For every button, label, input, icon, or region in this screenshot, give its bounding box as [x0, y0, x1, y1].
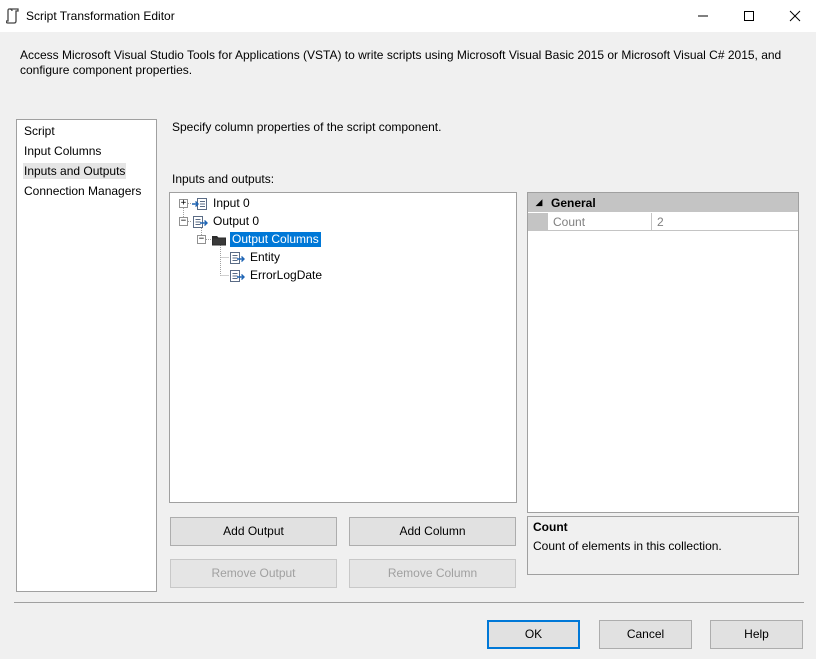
tree-node-column-errorlogdate[interactable]: ErrorLogDate: [229, 267, 324, 284]
inputs-outputs-label: Inputs and outputs:: [172, 172, 275, 186]
tree-node-column-errorlogdate-label: ErrorLogDate: [250, 268, 323, 282]
property-grid[interactable]: ◢ General Count 2: [527, 192, 799, 513]
tree-node-output-label: Output 0: [213, 214, 260, 228]
property-row-gutter: [528, 213, 548, 231]
property-value[interactable]: 2: [657, 215, 664, 229]
inputs-outputs-tree[interactable]: + Input 0 − Output 0 − Output Columns En…: [169, 192, 517, 503]
tree-node-output-columns-label: Output Columns: [230, 232, 321, 247]
property-column-divider[interactable]: [651, 213, 652, 231]
output-column-icon: [230, 269, 245, 282]
close-icon: [789, 10, 801, 22]
remove-output-button[interactable]: Remove Output: [170, 559, 337, 588]
add-column-button[interactable]: Add Column: [349, 517, 516, 546]
tree-node-output[interactable]: Output 0: [192, 213, 261, 230]
collapse-category-icon[interactable]: ◢: [530, 197, 548, 208]
sidebar-item-inputs-and-outputs[interactable]: Inputs and Outputs: [23, 163, 127, 179]
folder-icon: [212, 235, 226, 245]
property-help-panel: Count Count of elements in this collecti…: [527, 516, 799, 575]
tree-node-input[interactable]: Input 0: [192, 195, 252, 212]
sidebar-item-script[interactable]: Script: [23, 123, 56, 139]
property-help-description: Count of elements in this collection.: [533, 539, 722, 553]
script-icon: [6, 8, 19, 24]
maximize-button[interactable]: [726, 0, 772, 32]
property-name: Count: [553, 215, 586, 229]
property-help-title: Count: [533, 520, 568, 534]
cancel-button[interactable]: Cancel: [599, 620, 692, 649]
tree-node-column-entity[interactable]: Entity: [229, 249, 282, 266]
property-row-count[interactable]: Count 2: [528, 213, 798, 231]
sidebar-item-connection-managers[interactable]: Connection Managers: [23, 183, 142, 199]
ok-button[interactable]: OK: [487, 620, 580, 649]
collapse-output-columns-toggle[interactable]: −: [197, 235, 206, 244]
output-icon: [193, 215, 208, 228]
page-list: Script Input Columns Inputs and Outputs …: [16, 119, 157, 592]
add-output-button[interactable]: Add Output: [170, 517, 337, 546]
output-column-icon: [230, 251, 245, 264]
maximize-icon: [744, 11, 754, 21]
expand-input-toggle[interactable]: +: [179, 199, 188, 208]
help-button[interactable]: Help: [710, 620, 803, 649]
close-button[interactable]: [772, 0, 816, 32]
footer-separator: [14, 602, 804, 603]
minimize-icon: [698, 15, 708, 17]
title-bar: Script Transformation Editor: [0, 0, 816, 32]
collapse-output-toggle[interactable]: −: [179, 217, 188, 226]
property-category-general[interactable]: ◢ General: [528, 193, 798, 212]
window-title: Script Transformation Editor: [26, 9, 175, 23]
remove-column-button[interactable]: Remove Column: [349, 559, 516, 588]
page-instruction: Specify column properties of the script …: [172, 120, 442, 134]
sidebar-item-input-columns[interactable]: Input Columns: [23, 143, 102, 159]
property-category-label: General: [551, 195, 596, 210]
tree-node-output-columns[interactable]: Output Columns: [211, 231, 321, 248]
editor-description: Access Microsoft Visual Studio Tools for…: [20, 48, 782, 77]
input-icon: [192, 197, 207, 210]
minimize-button[interactable]: [680, 0, 726, 32]
tree-node-column-entity-label: Entity: [250, 250, 281, 264]
tree-node-input-label: Input 0: [213, 196, 250, 210]
